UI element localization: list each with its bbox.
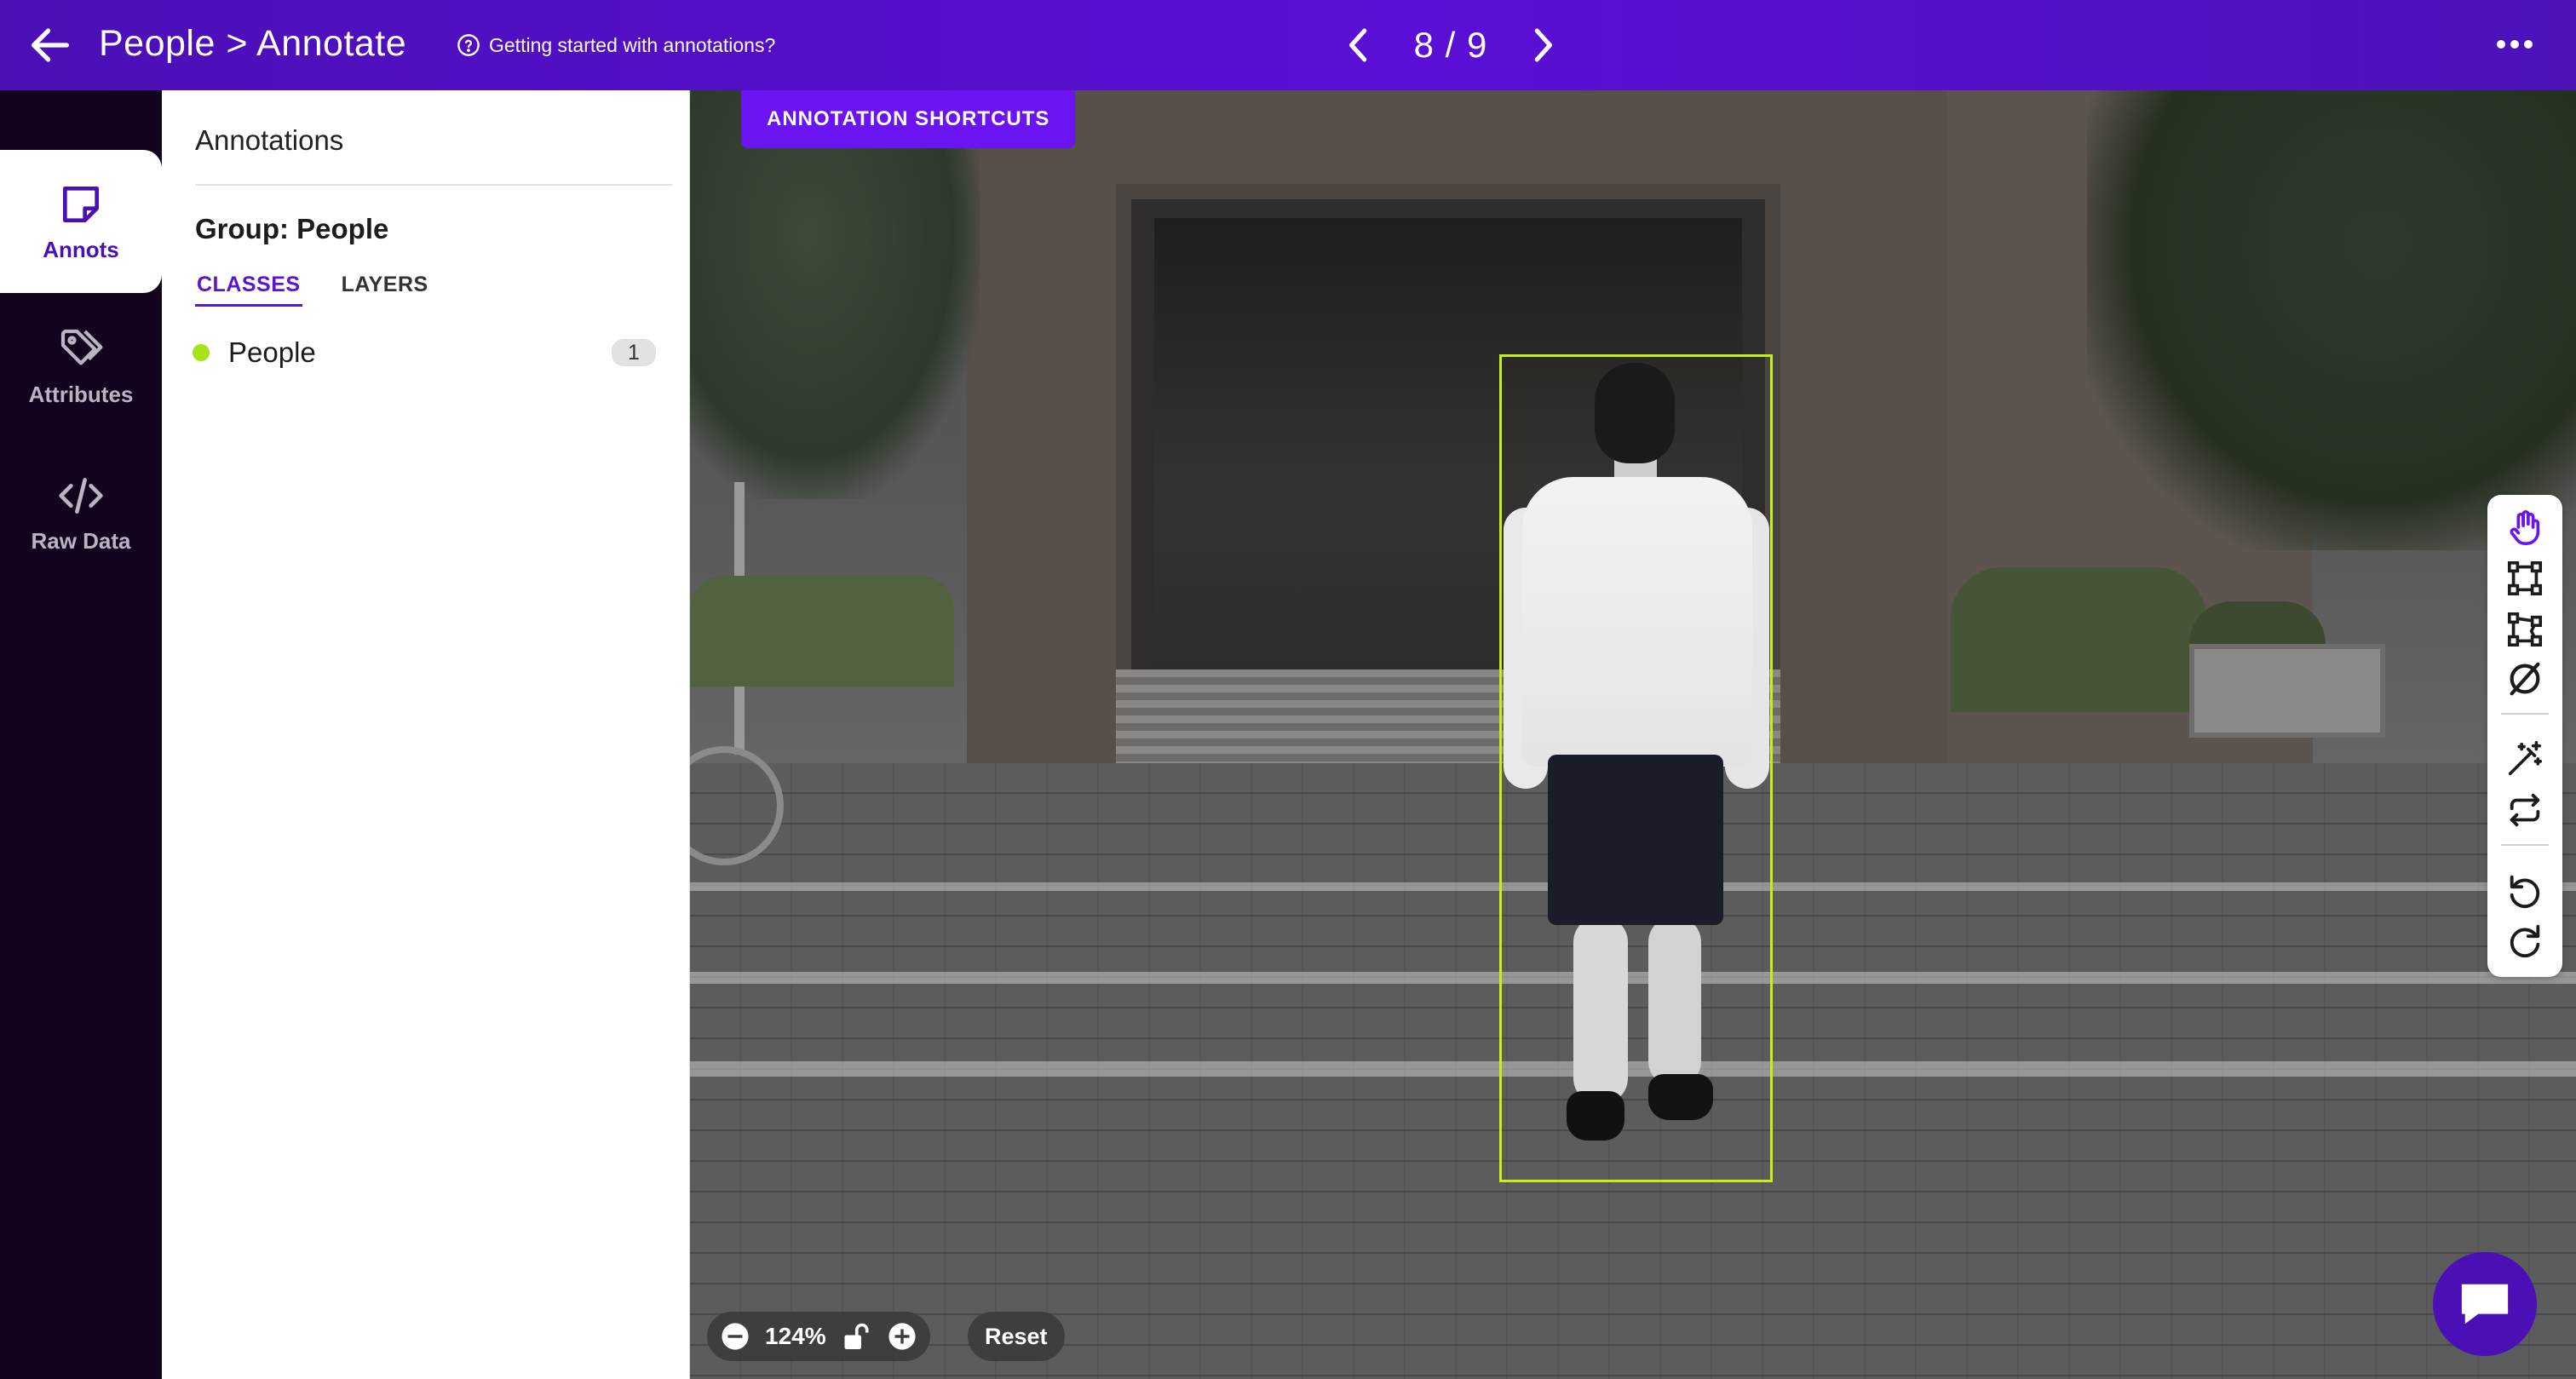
next-button[interactable]	[1521, 17, 1564, 73]
code-icon	[59, 477, 103, 514]
annotation-toolbar	[2487, 495, 2562, 977]
annotation-shortcuts-button[interactable]: ANNOTATION SHORTCUTS	[741, 90, 1076, 148]
help-link[interactable]: Getting started with annotations?	[457, 30, 775, 60]
nav-item-attributes[interactable]: Attributes	[0, 295, 162, 438]
class-color-dot	[193, 344, 210, 361]
zoom-controls: 124%	[707, 1312, 930, 1361]
lock-toggle-button[interactable]	[840, 1320, 872, 1353]
tool-redo[interactable]	[2503, 917, 2547, 962]
pager: 8 / 9	[1337, 17, 1564, 73]
nav-item-annots[interactable]: Annots	[0, 150, 162, 293]
group-title: Group: People	[195, 213, 389, 244]
help-link-label: Getting started with annotations?	[489, 33, 776, 56]
arrow-left-icon	[32, 28, 69, 62]
more-options-button[interactable]	[2491, 26, 2539, 63]
redo-icon	[2510, 924, 2540, 958]
image-canvas[interactable]: ANNOTATION SHORTCUTS 124% Reset	[690, 90, 2576, 1379]
page-title: People > Annotate	[99, 23, 407, 64]
left-nav: Annots Attributes Raw Data	[0, 90, 162, 1379]
chevron-right-icon	[1534, 28, 1552, 62]
panel-tabs: CLASSES LAYERS	[195, 273, 428, 307]
reset-zoom-button[interactable]: Reset	[968, 1312, 1065, 1361]
cycle-icon	[2510, 793, 2540, 827]
tool-undo[interactable]	[2503, 868, 2547, 912]
hand-icon	[2510, 510, 2540, 545]
nav-cap	[0, 90, 162, 150]
nav-item-label: Attributes	[28, 381, 134, 407]
sticky-note-icon	[63, 186, 99, 222]
panel-title: Annotations	[195, 124, 344, 156]
tool-pan[interactable]	[2503, 505, 2547, 549]
zoom-out-button[interactable]	[719, 1320, 751, 1353]
tab-classes[interactable]: CLASSES	[195, 273, 302, 307]
annotations-panel: Annotations Group: People CLASSES LAYERS…	[162, 90, 690, 1379]
chevron-left-icon	[1349, 28, 1367, 62]
nav-item-raw-data[interactable]: Raw Data	[0, 441, 162, 584]
nav-item-label: Raw Data	[31, 527, 131, 554]
plus-circle-icon	[888, 1323, 916, 1350]
photo-tree	[690, 90, 980, 499]
chat-button[interactable]	[2433, 1252, 2537, 1356]
polygon-icon	[2507, 612, 2543, 647]
toolbar-divider	[2501, 713, 2549, 715]
tab-layers[interactable]: LAYERS	[342, 273, 428, 307]
tool-magic-wand[interactable]	[2503, 737, 2547, 781]
minus-circle-icon	[722, 1323, 749, 1350]
tool-bounding-box[interactable]	[2503, 556, 2547, 600]
tool-no-object[interactable]	[2503, 657, 2547, 701]
divider	[195, 184, 672, 186]
tool-polygon[interactable]	[2503, 607, 2547, 652]
photo-tree	[2087, 90, 2576, 550]
top-bar: People > Annotate Getting started with a…	[0, 0, 2576, 90]
toolbar-divider	[2501, 844, 2549, 846]
ellipsis-icon	[2497, 40, 2533, 49]
undo-icon	[2510, 875, 2540, 909]
class-name: People	[228, 336, 316, 368]
photo-hedge	[1951, 567, 2206, 712]
photo-hedge	[690, 576, 954, 687]
previous-button[interactable]	[1337, 17, 1380, 73]
unlock-icon	[844, 1323, 869, 1349]
no-object-icon	[2510, 662, 2540, 696]
class-count-badge: 1	[612, 339, 656, 366]
question-circle-icon	[457, 34, 480, 56]
chat-bubble-icon	[2461, 1284, 2509, 1324]
tags-icon	[60, 329, 103, 365]
zoom-in-button[interactable]	[886, 1320, 918, 1353]
magic-wand-icon	[2508, 741, 2543, 776]
zoom-level: 124%	[765, 1323, 826, 1349]
back-button[interactable]	[26, 20, 75, 70]
bounding-box-people[interactable]	[1499, 354, 1773, 1182]
tool-cycle[interactable]	[2503, 788, 2547, 832]
nav-item-label: Annots	[43, 236, 119, 262]
page-counter: 8 / 9	[1413, 25, 1488, 65]
bounding-box-icon	[2507, 560, 2543, 596]
photo-stone-sign	[2189, 644, 2385, 738]
class-row-people[interactable]: People 1	[193, 330, 656, 375]
